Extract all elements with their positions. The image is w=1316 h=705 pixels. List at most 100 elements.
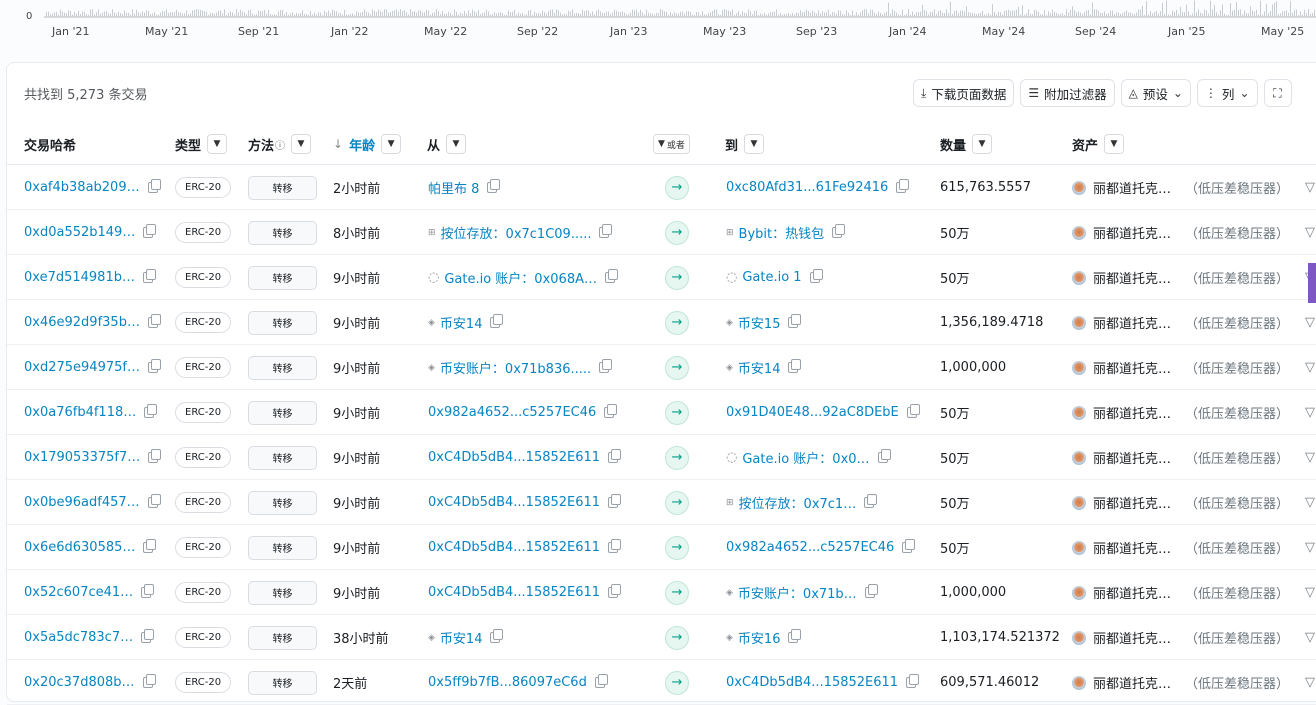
tx-hash-link[interactable]: 0xd275e94975f… [24,360,140,375]
filter-outline-icon[interactable]: ▽ [1305,480,1315,525]
from-address-link[interactable]: 币安14 [440,313,483,332]
method-badge[interactable]: 转移 [248,175,317,200]
copy-icon[interactable] [877,449,891,463]
to-address-link[interactable]: 按位存放：0x7c1… [739,493,857,512]
filter-outline-icon[interactable]: ▽ [1305,300,1315,345]
asset-name[interactable]: 丽都道托克… [1093,493,1171,512]
method-badge[interactable]: 转移 [248,490,317,515]
copy-icon[interactable] [896,179,910,193]
copy-icon[interactable] [147,179,161,193]
tx-hash-link[interactable]: 0xd0a552b149… [24,225,135,240]
copy-icon[interactable] [144,404,158,418]
tx-hash-link[interactable]: 0xaf4b38ab209… [24,180,140,195]
copy-icon[interactable] [142,269,156,283]
copy-icon[interactable] [832,224,846,238]
from-address-link[interactable]: 0xC4Db5dB4...15852E611 [428,495,600,510]
copy-icon[interactable] [902,539,916,553]
to-address-link[interactable]: 币安16 [738,628,781,647]
method-badge[interactable]: 转移 [248,355,317,380]
copy-icon[interactable] [864,584,878,598]
fullscreen-button[interactable]: ⛶ [1263,79,1292,107]
copy-icon[interactable] [143,539,157,553]
col-age[interactable]: ↓ 年龄 ▼ [333,134,402,154]
to-address-link[interactable]: 0x982a4652...c5257EC46 [726,540,894,555]
filter-outline-icon[interactable]: ▽ [1305,570,1315,615]
to-address-link[interactable]: 0x91D40E48...92aC8DEbE [726,405,899,420]
copy-icon[interactable] [147,314,161,328]
asset-name[interactable]: 丽都道托克… [1093,403,1171,422]
filter-outline-icon[interactable]: ▽ [1305,165,1315,210]
scrollbar-marker[interactable] [1308,263,1316,303]
download-button[interactable]: ⤓ 下载页面数据 [913,79,1015,107]
filter-icon[interactable]: ▼ [1104,134,1125,154]
copy-icon[interactable] [490,314,504,328]
preset-dropdown[interactable]: ◬ 预设 ⌄ [1120,79,1191,107]
copy-icon[interactable] [599,224,613,238]
copy-icon[interactable] [141,584,155,598]
filter-icon[interactable]: ▼ [291,134,312,154]
copy-icon[interactable] [143,224,157,238]
copy-icon[interactable] [487,179,501,193]
tx-hash-link[interactable]: 0x6e6d630585… [24,540,135,555]
from-address-link[interactable]: 0xC4Db5dB4...15852E611 [428,450,600,465]
from-or-to-filter[interactable]: ▼ 或者 [653,134,690,154]
tx-hash-link[interactable]: 0x5a5dc783c7… [24,630,133,645]
tx-hash-link[interactable]: 0x179053375f7… [24,450,140,465]
copy-icon[interactable] [788,314,802,328]
method-badge[interactable]: 转移 [248,400,317,425]
tx-hash-link[interactable]: 0x0be96adf457… [24,495,140,510]
copy-icon[interactable] [141,629,155,643]
from-address-link[interactable]: 币安账户：0x71b836..... [440,358,591,377]
to-address-link[interactable]: 0xc80Afd31...61Fe92416 [726,180,888,195]
copy-icon[interactable] [604,404,618,418]
tx-hash-link[interactable]: 0x52c607ce41… [24,585,133,600]
filter-icon[interactable]: ▼ [972,134,993,154]
asset-name[interactable]: 丽都道托克… [1093,268,1171,287]
copy-icon[interactable] [788,629,802,643]
asset-name[interactable]: 丽都道托克… [1093,223,1171,242]
copy-icon[interactable] [608,449,622,463]
from-address-link[interactable]: 帕里布 8 [428,178,479,197]
to-address-link[interactable]: 币安账户：0x71b… [738,583,857,602]
to-address-link[interactable]: Gate.io 1 [742,270,801,285]
asset-name[interactable]: 丽都道托克… [1093,628,1171,647]
filter-icon[interactable]: ▼ [381,134,402,154]
to-address-link[interactable]: 币安15 [738,313,781,332]
method-badge[interactable]: 转移 [248,310,317,335]
copy-icon[interactable] [604,269,618,283]
tx-hash-link[interactable]: 0xe7d514981b… [24,270,135,285]
copy-icon[interactable] [490,629,504,643]
method-badge[interactable]: 转移 [248,535,317,560]
filter-outline-icon[interactable]: ▽ [1305,525,1315,570]
from-address-link[interactable]: 0xC4Db5dB4...15852E611 [428,585,600,600]
from-address-link[interactable]: 币安14 [440,628,483,647]
to-address-link[interactable]: Gate.io 账户：0x0… [742,448,869,467]
from-address-link[interactable]: 0x982a4652...c5257EC46 [428,405,596,420]
copy-icon[interactable] [864,494,878,508]
columns-dropdown[interactable]: ⋮ 列 ⌄ [1196,79,1258,107]
asset-name[interactable]: 丽都道托克… [1093,358,1171,377]
filter-icon[interactable]: ▼ [207,134,228,154]
filter-outline-icon[interactable]: ▽ [1305,435,1315,480]
tx-hash-link[interactable]: 0x46e92d9f35b… [24,315,140,330]
to-address-link[interactable]: 币安14 [738,358,781,377]
copy-icon[interactable] [148,449,162,463]
from-address-link[interactable]: 按位存放：0x7c1C09..... [441,223,592,242]
asset-name[interactable]: 丽都道托克… [1093,538,1171,557]
help-icon[interactable]: ⓘ [275,137,285,152]
copy-icon[interactable] [147,359,161,373]
copy-icon[interactable] [147,494,161,508]
method-badge[interactable]: 转移 [248,580,317,605]
filter-outline-icon[interactable]: ▽ [1305,390,1315,435]
copy-icon[interactable] [599,359,613,373]
method-badge[interactable]: 转移 [248,220,317,245]
from-address-link[interactable]: 0xC4Db5dB4...15852E611 [428,540,600,555]
asset-name[interactable]: 丽都道托克… [1093,448,1171,467]
to-address-link[interactable]: Bybit：热钱包 [739,223,825,242]
asset-name[interactable]: 丽都道托克… [1093,583,1171,602]
filter-icon[interactable]: ▼ [446,134,467,154]
asset-name[interactable]: 丽都道托克… [1093,178,1171,197]
add-filter-button[interactable]: ☰ 附加过滤器 [1020,79,1115,107]
asset-name[interactable]: 丽都道托克… [1093,313,1171,332]
method-badge[interactable]: 转移 [248,625,317,650]
